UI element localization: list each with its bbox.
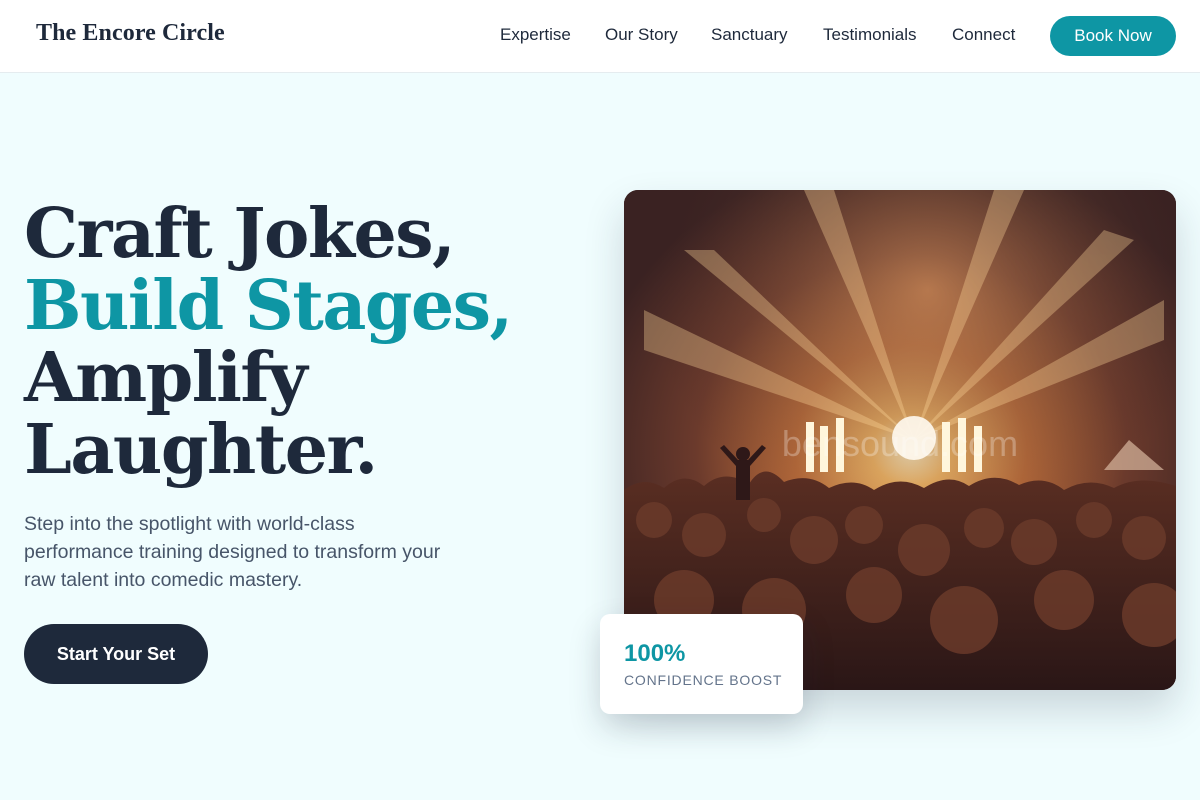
stat-value: 100%: [624, 640, 686, 667]
nav-link-our-story[interactable]: Our Story: [605, 25, 678, 45]
headline-line-1: Craft Jokes,: [24, 194, 456, 274]
image-watermark: bensound.com: [782, 423, 1018, 464]
nav-link-testimonials[interactable]: Testimonials: [823, 25, 917, 45]
headline-line-4: Laughter.: [24, 410, 378, 490]
brand-logo[interactable]: The Encore Circle: [36, 20, 225, 47]
hero-headline: Craft Jokes, Build Stages, Amplify Laugh…: [24, 194, 513, 490]
hero-subtext: Step into the spotlight with world-class…: [24, 513, 441, 591]
start-your-set-button[interactable]: Start Your Set: [24, 624, 208, 684]
nav-link-sanctuary[interactable]: Sanctuary: [711, 25, 788, 45]
stat-label: CONFIDENCE BOOST: [624, 672, 783, 688]
confidence-stat-card: 100% CONFIDENCE BOOST: [600, 614, 803, 714]
site-header: The Encore Circle Expertise Our Story Sa…: [0, 0, 1200, 73]
nav-link-connect[interactable]: Connect: [952, 25, 1015, 45]
headline-line-2-accent: Build Stages,: [24, 266, 513, 346]
headline-line-3: Amplify: [24, 338, 308, 418]
nav-link-expertise[interactable]: Expertise: [500, 25, 571, 45]
book-now-button[interactable]: Book Now: [1050, 16, 1176, 56]
